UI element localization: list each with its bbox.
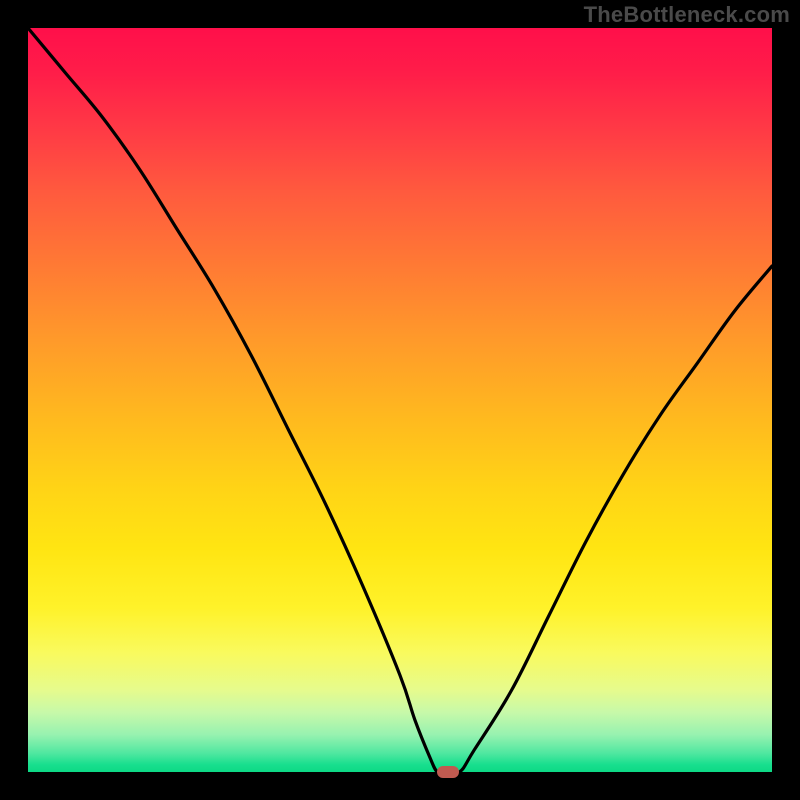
watermark-text: TheBottleneck.com [584,2,790,28]
bottleneck-curve [28,28,772,772]
plot-area [28,28,772,772]
chart-frame: TheBottleneck.com [0,0,800,800]
optimal-marker-icon [437,766,459,778]
